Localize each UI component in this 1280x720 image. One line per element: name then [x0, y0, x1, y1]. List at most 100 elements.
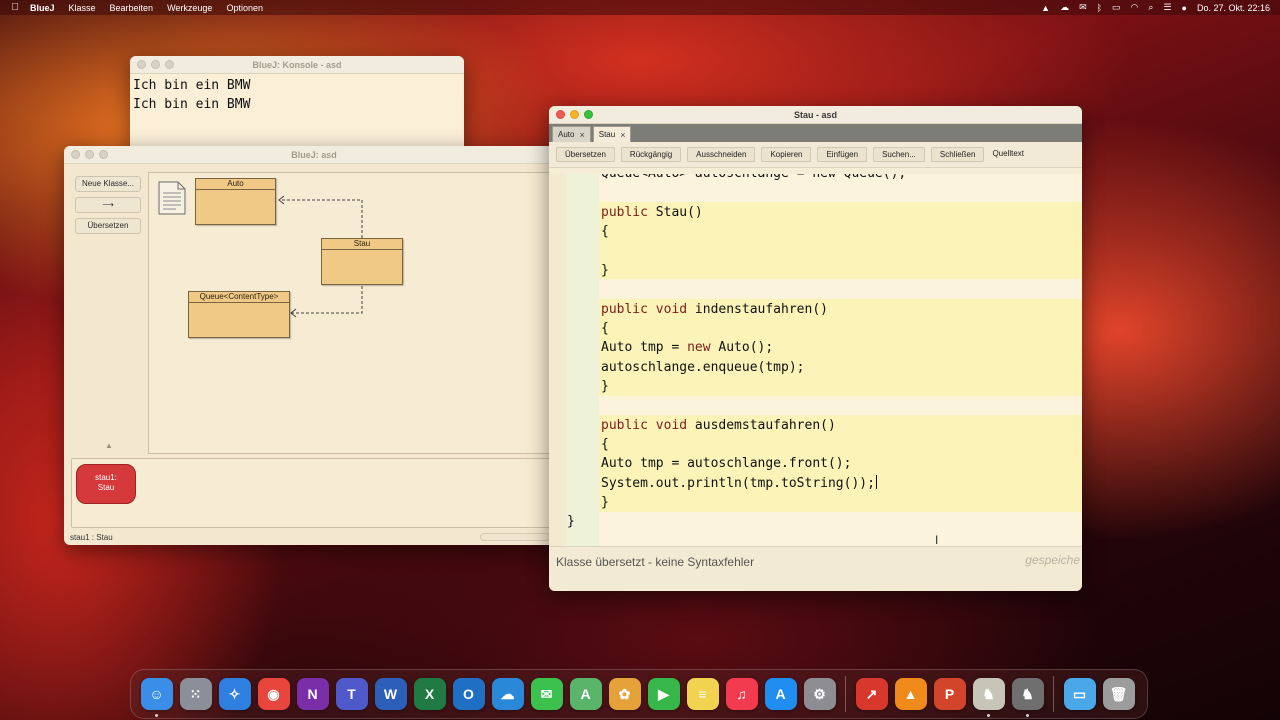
inheritance-arrow-button[interactable]: ⟶	[75, 197, 141, 213]
line-gutter[interactable]	[549, 174, 566, 546]
menu-app[interactable]: BlueJ	[30, 3, 55, 13]
dock-separator	[845, 676, 846, 712]
code-line: }	[601, 379, 609, 394]
preview-icon[interactable]: ♞	[1011, 678, 1044, 717]
launchpad-icon[interactable]: ⁙	[179, 678, 212, 710]
mouse-cursor-ibeam-icon: I	[935, 533, 939, 547]
class-auto[interactable]: Auto	[195, 178, 276, 225]
code-line: public void ausdemstaufahren()	[601, 416, 836, 435]
excel-icon[interactable]: X	[413, 678, 446, 710]
safari-icon[interactable]: ✧	[218, 678, 251, 710]
facetime-icon[interactable]: ▶	[647, 678, 680, 710]
console-titlebar[interactable]: BlueJ: Konsole - asd	[130, 56, 464, 74]
close-button[interactable]: Schließen	[930, 147, 985, 162]
creative-cloud-icon[interactable]: ☁	[1060, 2, 1069, 13]
compile-button[interactable]: Übersetzen	[556, 147, 615, 162]
console-window: BlueJ: Konsole - asd Ich bin ein BMW Ich…	[130, 56, 464, 156]
code-text: Stau()	[647, 205, 703, 220]
menu-klasse[interactable]: Klasse	[69, 3, 96, 13]
editor-window: Stau - asd Auto × Stau × Übersetzen Rück…	[549, 106, 1082, 591]
dock: ☺ ⁙ ✧ ◉ N T W X O ☁ ✉ A ✿ ▶ ≡ ♫ A ⚙ ↗ ▲ P ♞ ♞ ▭ 🗑	[130, 669, 1148, 719]
editor-tabs: Auto × Stau ×	[549, 124, 1082, 142]
downloads-folder-icon[interactable]: ▭	[1063, 678, 1096, 710]
chrome-icon[interactable]: ◉	[257, 678, 290, 710]
menubar-clock[interactable]: Do. 27. Okt. 22:16	[1197, 3, 1270, 13]
new-class-button[interactable]: Neue Klasse...	[75, 176, 141, 192]
running-indicator	[986, 714, 990, 717]
compile-status-message: Klasse übersetzt - keine Syntaxfehler	[556, 555, 755, 569]
messages-icon[interactable]: ✉	[530, 678, 563, 710]
code-line: Queue<Auto> autoschlange = new Queue();	[601, 174, 906, 183]
project-titlebar[interactable]: BlueJ: asd	[64, 146, 564, 164]
class-queue[interactable]: Queue<ContentType>	[188, 291, 290, 338]
menu-optionen[interactable]: Optionen	[226, 3, 263, 13]
code-editor[interactable]: Queue<Auto> autoschlange = new Queue(); …	[549, 174, 1082, 546]
finder-icon[interactable]: ☺	[140, 678, 173, 717]
class-diagram[interactable]: Auto Stau Queue<ContentType>	[148, 172, 564, 454]
menu-werkzeuge[interactable]: Werkzeuge	[167, 3, 212, 13]
code-line: {	[601, 224, 609, 239]
mail-status-icon[interactable]: ✉	[1079, 2, 1087, 13]
tab-stau[interactable]: Stau ×	[592, 126, 632, 142]
code-text: Auto tmp =	[601, 340, 688, 355]
view-mode-select[interactable]: Quelltext	[990, 147, 1026, 162]
object-bench[interactable]: stau1: Stau	[71, 458, 564, 528]
vlc-status-icon[interactable]: ▲	[1041, 3, 1050, 13]
siri-icon[interactable]: ●	[1182, 3, 1187, 13]
code-line: {	[601, 321, 609, 336]
project-title: BlueJ: asd	[291, 149, 337, 160]
cut-button[interactable]: Ausschneiden	[687, 147, 756, 162]
wifi-icon[interactable]: ◠	[1131, 2, 1139, 13]
menu-bearbeiten[interactable]: Bearbeiten	[110, 3, 154, 13]
undo-button[interactable]: Rückgängig	[620, 147, 682, 162]
settings-icon[interactable]: ⚙	[803, 678, 836, 710]
class-name: Queue<ContentType>	[189, 292, 289, 303]
copy-button[interactable]: Kopieren	[761, 147, 812, 162]
trash-icon[interactable]: 🗑	[1102, 678, 1135, 710]
code-text: System.out.println(tmp.toString());	[601, 476, 875, 491]
word-icon[interactable]: W	[374, 678, 407, 710]
progress-indicator	[480, 533, 550, 541]
bluetooth-icon[interactable]: ᛒ	[1097, 3, 1102, 13]
powerpoint-icon[interactable]: P	[933, 678, 966, 710]
editor-titlebar[interactable]: Stau - asd	[549, 106, 1082, 124]
close-tab-icon[interactable]: ×	[620, 130, 625, 140]
console-line: Ich bin ein BMW	[133, 97, 251, 112]
class-name: Stau	[322, 239, 402, 250]
music-icon[interactable]: ♫	[725, 678, 758, 710]
collapse-arrow-icon[interactable]: ▲	[105, 441, 113, 450]
teams-icon[interactable]: T	[335, 678, 368, 710]
notes-icon[interactable]: ≡	[686, 678, 719, 710]
console-title: BlueJ: Konsole - asd	[252, 59, 342, 70]
console-output[interactable]: Ich bin ein BMW Ich bin ein BMW	[130, 74, 464, 116]
outlook-icon[interactable]: O	[452, 678, 485, 710]
saved-indicator: gespeiche	[1025, 553, 1080, 567]
appstore-icon[interactable]: A	[764, 678, 797, 710]
keyword: public void	[601, 418, 688, 433]
control-center-icon[interactable]: ☰	[1163, 2, 1171, 13]
class-name: Auto	[196, 179, 275, 190]
tab-auto[interactable]: Auto ×	[552, 126, 591, 142]
tab-label: Stau	[598, 130, 616, 139]
onenote-icon[interactable]: N	[296, 678, 329, 710]
class-stau[interactable]: Stau	[321, 238, 403, 285]
find-button[interactable]: Suchen...	[873, 147, 925, 162]
project-status: stau1 : Stau	[70, 533, 113, 542]
code-line: public void indenstaufahren()	[601, 300, 828, 319]
apple-menu-icon[interactable]: 	[0, 2, 30, 13]
object-name: stau1:	[95, 473, 117, 482]
code-line: autoschlange.enqueue(tmp);	[601, 360, 805, 375]
bluej-icon[interactable]: ♞	[972, 678, 1005, 717]
close-tab-icon[interactable]: ×	[579, 130, 584, 140]
battery-icon[interactable]: ▭	[1112, 2, 1121, 13]
editor-toolbar: Übersetzen Rückgängig Ausschneiden Kopie…	[549, 142, 1082, 168]
maps-icon[interactable]: A	[569, 678, 602, 710]
onedrive-icon[interactable]: ☁	[491, 678, 524, 710]
compile-button[interactable]: Übersetzen	[75, 218, 141, 234]
vlc-icon[interactable]: ▲	[894, 678, 927, 710]
photos-icon[interactable]: ✿	[608, 678, 641, 710]
object-stau1[interactable]: stau1: Stau	[76, 464, 136, 504]
paste-button[interactable]: Einfügen	[817, 147, 868, 162]
spotlight-icon[interactable]: ⌕	[1148, 2, 1153, 13]
remote-desktop-icon[interactable]: ↗	[855, 678, 888, 710]
